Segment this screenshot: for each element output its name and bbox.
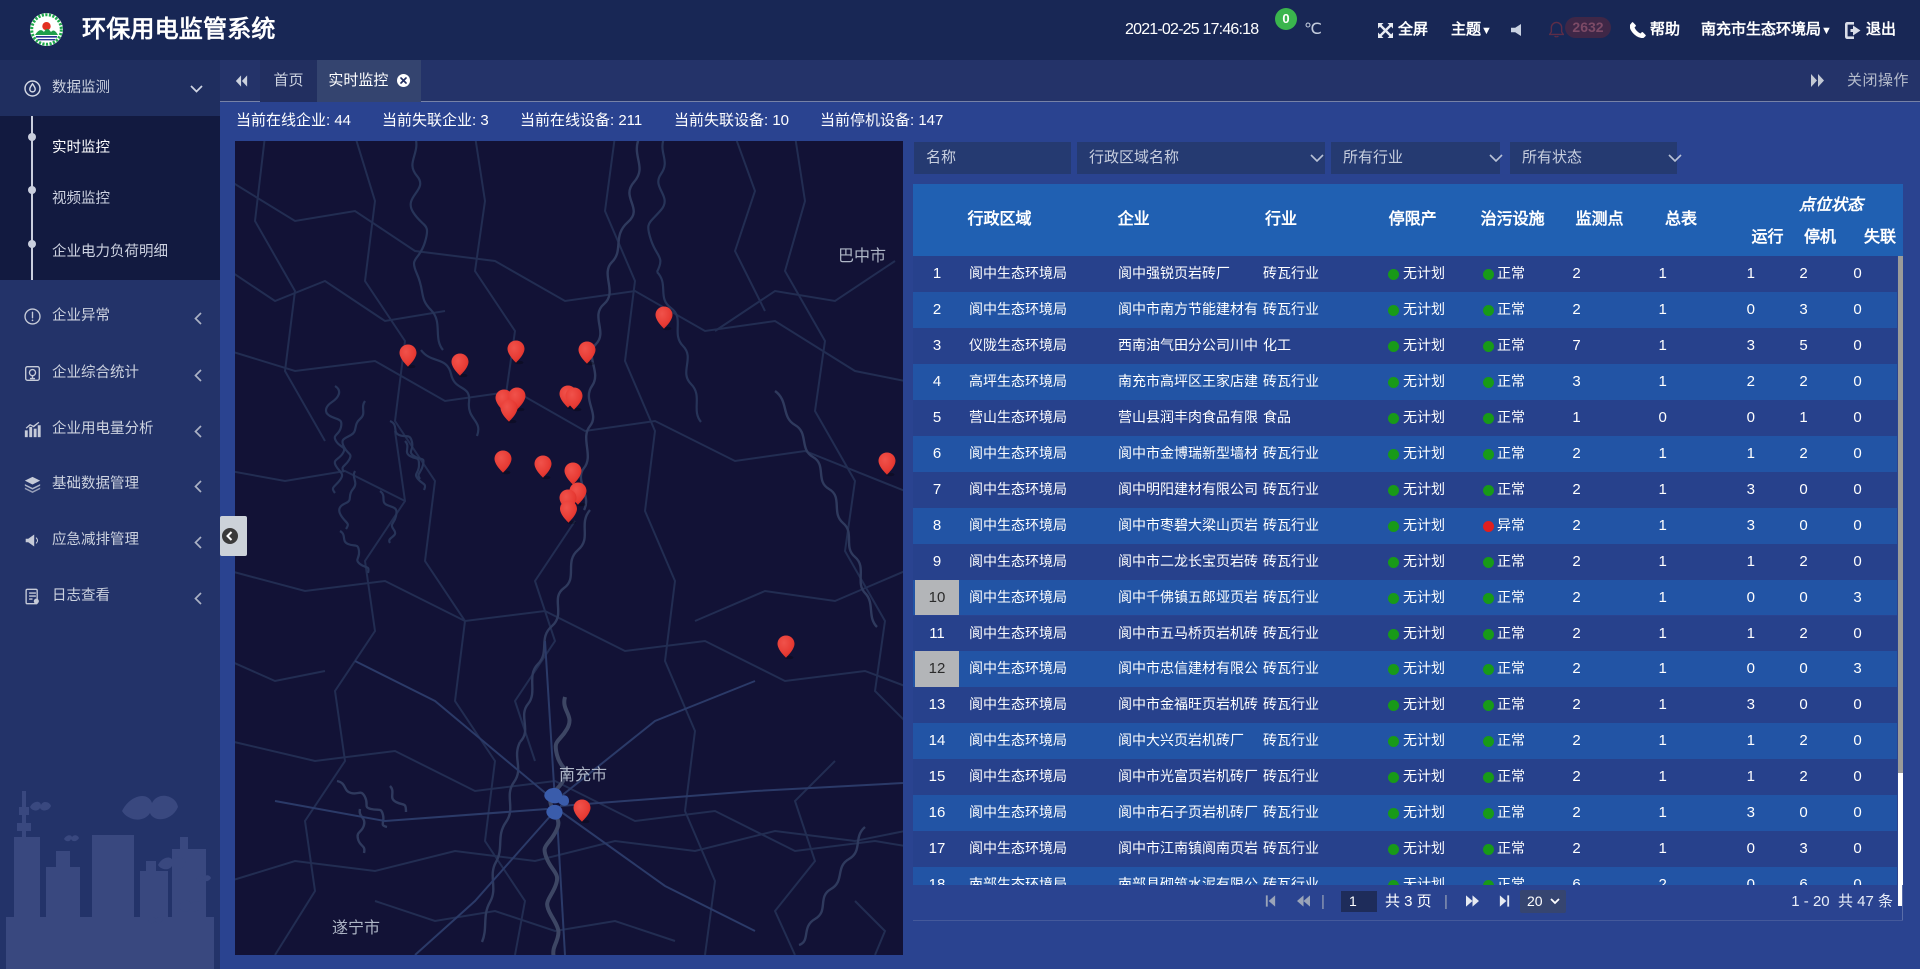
svg-text:遂宁市: 遂宁市	[332, 919, 380, 937]
svg-text:巴中市: 巴中市	[838, 247, 886, 265]
svg-text:南充市: 南充市	[559, 766, 607, 784]
